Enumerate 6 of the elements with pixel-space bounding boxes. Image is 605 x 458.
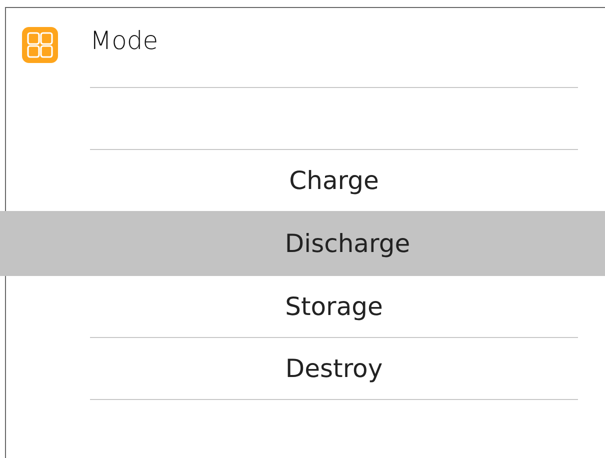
mode-option[interactable]: Destroy xyxy=(6,338,578,399)
grid-icon xyxy=(22,26,58,62)
mode-option[interactable]: Storage xyxy=(6,276,578,337)
mode-option[interactable]: Charge xyxy=(6,150,578,211)
header-title: Mode xyxy=(90,26,158,55)
mode-option[interactable]: Discharge xyxy=(0,211,605,276)
